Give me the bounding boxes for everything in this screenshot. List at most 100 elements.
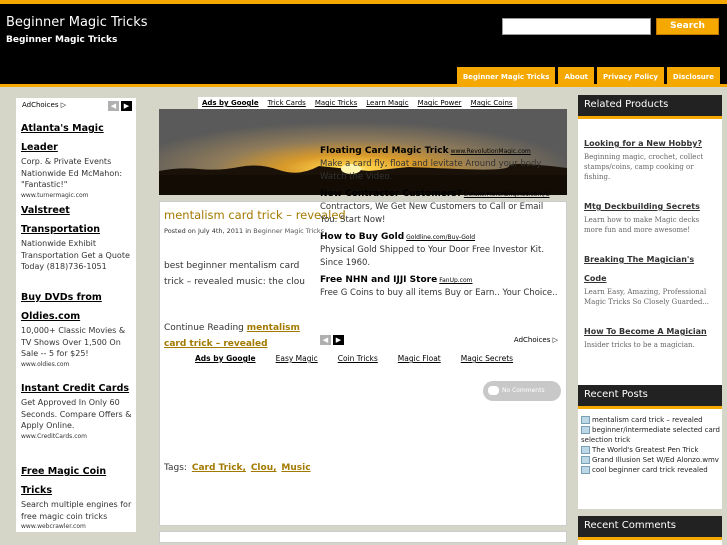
product-item: Looking for a New Hobby? Beginning magic… [578,131,722,182]
inner-ad-body: Physical Gold Shipped to Your Door Free … [320,245,545,268]
inner-ad-body: Contractors, We Get New Customers to Cal… [320,202,544,225]
recent-post-link[interactable]: The World's Greatest Pen Trick [592,446,698,454]
product-item: Breaking The Magician's Code Learn Easy,… [578,247,722,307]
right-sidebar: Related Products Looking for a New Hobby… [578,95,722,545]
recent-post-item[interactable]: cool beginner card trick revealed [578,465,722,475]
search-input[interactable] [502,18,651,35]
ad-link[interactable]: Coin Tricks [338,354,378,363]
product-desc: Learn Easy, Amazing, Professional Magic … [584,288,710,306]
ad-link[interactable]: Easy Magic [276,354,318,363]
ad-body: Nationwide Exhibit Transportation Get a … [21,239,130,271]
product-title-link[interactable]: How To Become A Magician [584,327,707,336]
post-date: Posted on July 4th, 2011 in [164,227,252,235]
search-button[interactable]: Search [656,18,719,35]
recent-post-link[interactable]: cool beginner card trick revealed [592,466,708,474]
inner-ad: Free NHN and IJJI Store FanUp.com Free G … [320,274,560,300]
product-title-link[interactable]: Looking for a New Hobby? [584,139,702,148]
inner-ad-controls: ◀ ▶ AdChoices ▷ [320,335,560,347]
inner-ad-title[interactable]: Floating Card Magic Trick [320,146,449,156]
post-title[interactable]: mentalism card trick – revealed [164,208,346,222]
ads-by-google-link[interactable]: Ads by Google [202,99,259,107]
main-content: Ads by Google Trick Cards Magic Tricks L… [159,97,567,543]
product-desc: Learn how to make Magic decks more fun a… [584,216,700,234]
inner-ad-url[interactable]: www.RevolutionMagic.com [451,148,531,155]
inner-ad-title[interactable]: Free NHN and IJJI Store [320,275,437,285]
inner-ad-body: Free G Coins to buy all items Buy or Ear… [320,288,558,298]
adchoices-label[interactable]: AdChoices ▷ [514,336,558,344]
next-arrow-icon[interactable]: ▶ [121,101,132,111]
recent-posts-widget: Recent Posts mentalism card trick – reve… [578,385,722,509]
site-title[interactable]: Beginner Magic Tricks [6,15,148,30]
recent-post-link[interactable]: mentalism card trick – revealed [592,416,703,424]
ad-title-link[interactable]: Free Magic Coin Tricks [21,466,106,496]
site-description: Beginner Magic Tricks [6,35,118,45]
left-ad: Valstreet Transportation Nationwide Exhi… [21,198,134,273]
ad-link[interactable]: Magic Secrets [461,354,513,363]
comments-label: No Comments [502,387,545,394]
inner-ad: How to Buy Gold Goldline.com/Buy-Gold Phy… [320,231,560,270]
continue-reading-label: Continue Reading [164,323,244,333]
recent-posts-heading: Recent Posts [578,385,722,409]
ad-title-link[interactable]: Instant Credit Cards [21,383,129,394]
ad-link[interactable]: Learn Magic [366,99,408,107]
recent-comments-widget: Recent Comments [578,516,722,545]
post-category-link[interactable]: Beginner Magic Tricks [253,227,324,235]
inner-ad: New Contractor Customers? Deluxe.MerchEng… [320,188,560,227]
recent-post-link[interactable]: beginner/intermediate selected card sele… [581,426,720,444]
site-header: Beginner Magic Tricks Beginner Magic Tri… [0,0,727,87]
ad-link[interactable]: Magic Tricks [315,99,357,107]
inner-ad-block: Floating Card Magic Trick www.RevolutionM… [320,145,560,304]
ad-body: 10,000+ Classic Movies & TV Shows Over 1… [21,326,126,358]
post-icon [581,446,590,454]
ad-link[interactable]: Magic Power [418,99,462,107]
inner-ad-title[interactable]: How to Buy Gold [320,232,404,242]
ad-title-link[interactable]: Atlanta's Magic Leader [21,123,104,153]
product-item: How To Become A Magician Insider tricks … [578,319,722,350]
product-title-link[interactable]: Breaking The Magician's Code [584,255,694,283]
ad-title-link[interactable]: Buy DVDs from Oldies.com [21,292,102,322]
ad-url[interactable]: www.webcrawler.com [21,523,134,530]
ad-title-link[interactable]: Valstreet Transportation [21,205,100,235]
ad-url[interactable]: www.oldies.com [21,361,134,368]
product-title-link[interactable]: Mtg Deckbuilding Secrets [584,202,700,211]
recent-post-item[interactable]: mentalism card trick – revealed [578,415,722,425]
adchoices-label[interactable]: AdChoices ▷ [22,101,66,109]
inner-ad-title[interactable]: New Contractor Customers? [320,189,462,199]
tag-link[interactable]: Music [281,463,310,473]
header-accent-stripe [0,84,727,87]
ad-link[interactable]: Trick Cards [268,99,306,107]
prev-arrow-icon[interactable]: ◀ [108,101,119,111]
post-icon [581,456,590,464]
tag-link[interactable]: Card Trick, [192,463,246,473]
recent-post-item[interactable]: beginner/intermediate selected card sele… [578,425,722,445]
related-products-widget: Related Products Looking for a New Hobby… [578,95,722,385]
post-excerpt: best beginner mentalism card trick – rev… [164,261,305,287]
prev-arrow-icon[interactable]: ◀ [320,335,331,345]
ad-body: Search multiple engines for free magic c… [21,500,132,521]
left-ad: Buy DVDs from Oldies.com 10,000+ Classic… [21,285,134,368]
bottom-ad-links: Ads by Google Easy Magic Coin Tricks Mag… [195,354,513,363]
recent-post-item[interactable]: Grand Illusion Set W/Ed Alonzo.wmv [578,455,722,465]
next-arrow-icon[interactable]: ▶ [333,335,344,345]
tags-label: Tags: [164,463,187,473]
product-item: Mtg Deckbuilding Secrets Learn how to ma… [578,194,722,235]
inner-ad-url[interactable]: Deluxe.MerchEngines.com/C [464,191,550,198]
comment-bubble-icon [488,386,499,395]
left-ad: Instant Credit Cards Get Approved In Onl… [21,376,134,440]
comments-button[interactable]: No Comments [483,381,561,401]
ad-pager: ◀ ▶ [108,101,132,111]
inner-ad-url[interactable]: Goldline.com/Buy-Gold [406,234,475,241]
ad-link[interactable]: Magic Float [398,354,441,363]
post-meta: Posted on July 4th, 2011 in Beginner Mag… [164,227,324,235]
post-icon [581,426,590,434]
tag-link[interactable]: Clou, [251,463,277,473]
ad-link[interactable]: Magic Coins [471,99,513,107]
product-desc: Insider tricks to be a magician. [584,341,695,349]
ads-by-google-link[interactable]: Ads by Google [195,354,256,363]
recent-post-item[interactable]: The World's Greatest Pen Trick [578,445,722,455]
inner-ad-url[interactable]: FanUp.com [439,277,472,284]
inner-ad-body: Make a card fly, float and levitate Arou… [320,159,543,182]
recent-posts-list: mentalism card trick – revealed beginner… [578,409,722,475]
recent-post-link[interactable]: Grand Illusion Set W/Ed Alonzo.wmv [592,456,719,464]
ad-url[interactable]: www.CreditCards.com [21,433,134,440]
